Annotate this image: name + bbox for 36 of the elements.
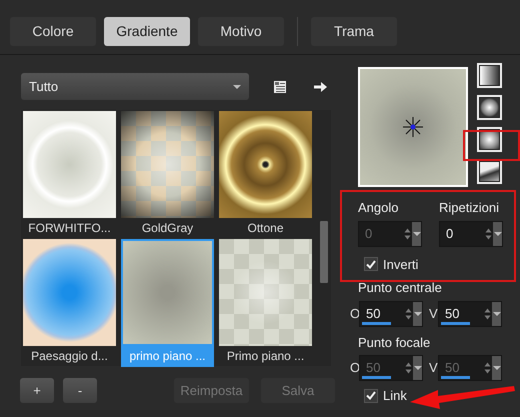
checkbox-label[interactable]: Inverti (383, 254, 418, 274)
spin-field[interactable]: 0 (439, 220, 503, 246)
gradient-tile[interactable]: Primo piano ... (219, 239, 312, 367)
category-dropdown[interactable]: Tutto (21, 73, 249, 100)
field-label: Angolo (358, 199, 400, 217)
gradient-tile[interactable]: Paesaggio d... (23, 239, 116, 367)
add-button[interactable]: + (20, 378, 54, 403)
radial-style-button[interactable] (477, 127, 502, 152)
remove-button[interactable]: - (63, 378, 97, 403)
axis-label: O (350, 304, 357, 323)
sunburst-style-button[interactable] (477, 159, 502, 184)
focus-point-icon[interactable] (402, 116, 424, 138)
list-icon[interactable] (274, 81, 286, 94)
tab[interactable]: Motivo (198, 17, 284, 46)
gradient-tile[interactable]: GoldGray (121, 111, 214, 239)
gradient-tile[interactable]: Ottone (219, 111, 312, 239)
checkbox[interactable] (364, 257, 378, 272)
spin-field[interactable]: 50 (359, 300, 423, 326)
axis-label: V (429, 359, 436, 378)
section-label: Punto centrale (358, 279, 443, 297)
checkbox[interactable] (364, 388, 378, 403)
tab[interactable]: Gradiente (104, 17, 190, 46)
linear-style-button[interactable] (477, 63, 502, 88)
caret-icon (233, 84, 241, 88)
tab[interactable]: Colore (10, 17, 96, 46)
highlight-frame (463, 130, 520, 161)
checkbox-label[interactable]: Link (383, 386, 407, 406)
spin-field[interactable]: 50 (438, 300, 502, 326)
gradient-tile[interactable]: FORWHITFO... (23, 111, 116, 239)
axis-label: O (350, 359, 357, 378)
field-label: Ripetizioni (439, 199, 500, 217)
gradient-preview[interactable] (358, 67, 468, 187)
section-label: Punto focale (358, 334, 432, 352)
axis-label: V (429, 304, 436, 323)
arrow-right-icon[interactable] (314, 81, 327, 94)
tab[interactable]: Trama (311, 17, 397, 46)
